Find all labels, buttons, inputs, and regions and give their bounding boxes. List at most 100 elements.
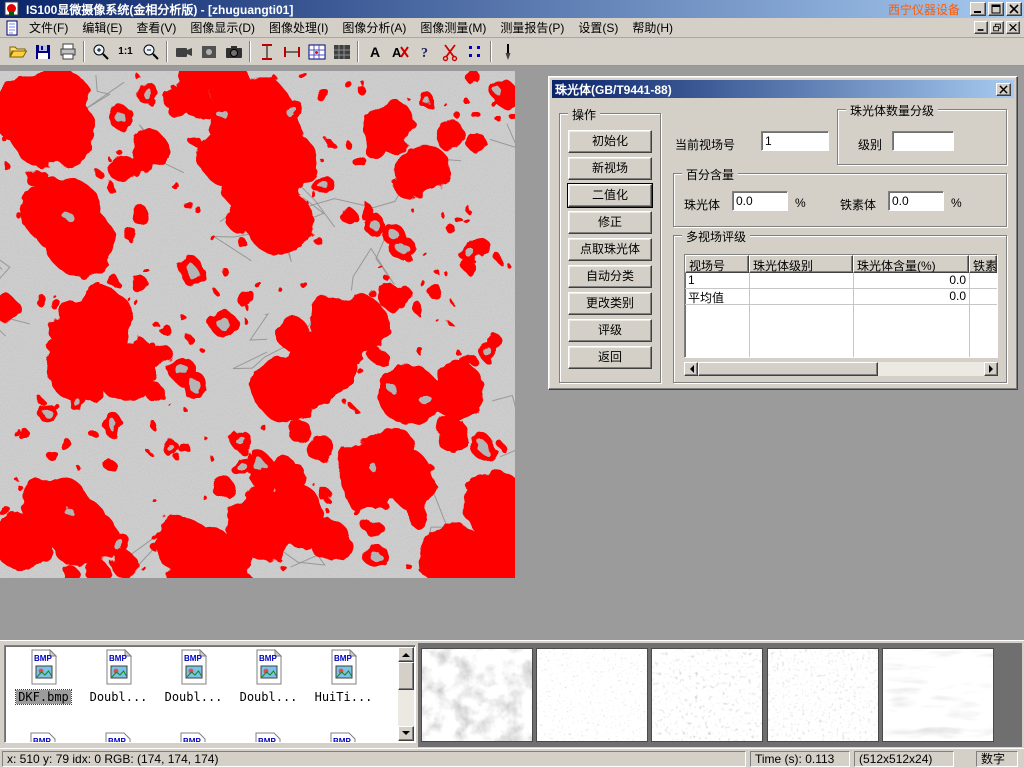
close-button[interactable] [1006,2,1022,16]
svg-text:A: A [392,45,402,60]
dialog-close-button[interactable] [996,83,1011,96]
auto-classify-button[interactable]: 自动分类 [568,265,652,288]
thumbnail-5[interactable] [883,649,993,741]
menu-item-image-analysis[interactable]: 图像分析(A) [335,17,413,38]
return-button[interactable]: 返回 [568,346,652,369]
current-field-input[interactable] [761,131,829,151]
thumbnail-4[interactable] [768,649,878,741]
multi-field-group: 多视场评级 视场号 珠光体级别 珠光体含量(%) 铁素 1 0.0 平均 [673,235,1007,383]
table-horizontal-scrollbar[interactable] [684,362,998,376]
zoom-in-button[interactable] [88,39,113,64]
file-name: Doubl... [88,690,150,704]
actual-size-button[interactable]: 1:1 [113,39,138,64]
maximize-button[interactable] [988,2,1004,16]
points-button[interactable] [462,39,487,64]
table-row[interactable]: 1 0.0 [685,273,997,289]
vertical-caliper-button[interactable] [254,39,279,64]
file-item-dkf[interactable]: BMP DKF.bmp [7,649,80,704]
horizontal-caliper-button[interactable] [279,39,304,64]
pearlite-percent-input[interactable] [732,191,788,211]
percent-group: 百分含量 珠光体 % 铁素体 % [673,173,1007,227]
table-row[interactable]: 平均值 0.0 [685,289,997,305]
bmp-file-icon-partial[interactable]: BMP [177,732,209,743]
print-button[interactable] [55,39,80,64]
menu-item-help[interactable]: 帮助(H) [625,17,680,38]
title-bar: IS100显微摄像系统(金相分析版) - [zhuguangti01] 西宁仪器… [0,0,1024,18]
zoom-out-button[interactable] [138,39,163,64]
header-ferrite[interactable]: 铁素 [969,255,997,273]
probe-button[interactable] [495,39,520,64]
grid-line [749,273,750,357]
change-category-button[interactable]: 更改类别 [568,292,652,315]
dialog-title-bar[interactable]: 珠光体(GB/T9441-88) [552,80,1014,98]
menu-item-image-measure[interactable]: 图像测量(M) [413,17,493,38]
cut-button[interactable] [437,39,462,64]
measure-grid-button[interactable] [304,39,329,64]
document-icon[interactable] [4,20,20,36]
open-button[interactable] [5,39,30,64]
menu-item-measure-report[interactable]: 测量报告(P) [493,17,571,38]
file-list[interactable]: BMP DKF.bmp BMP Doubl... BMP Doubl... BM… [4,645,416,743]
ferrite-percent-input[interactable] [888,191,944,211]
menu-item-file[interactable]: 文件(F) [22,17,75,38]
bmp-file-icon-partial[interactable]: BMP [27,732,59,743]
mdi-close-button[interactable] [1006,21,1020,34]
file-item-doubl2[interactable]: BMP Doubl... [157,649,230,704]
bmp-file-icon-partial[interactable]: BMP [102,732,134,743]
save-button[interactable] [30,39,55,64]
grid-line [969,273,970,357]
file-item-huiti[interactable]: BMP HuiTi... [307,649,380,704]
initialize-button[interactable]: 初始化 [568,130,652,153]
file-name: HuiTi... [313,690,375,704]
new-field-button[interactable]: 新视场 [568,157,652,180]
metallographic-image[interactable] [0,71,515,578]
operations-group: 操作 初始化 新视场 二值化 修正 点取珠光体 自动分类 更改类别 评级 返回 [559,113,661,383]
file-item-doubl3[interactable]: BMP Doubl... [232,649,305,704]
pearlite-percent-sign: % [795,196,806,210]
binarize-button[interactable]: 二值化 [568,184,652,207]
file-item-doubl1[interactable]: BMP Doubl... [82,649,155,704]
minimize-button[interactable] [970,2,986,16]
svg-text:?: ? [421,46,428,61]
video-button[interactable] [171,39,196,64]
menu-item-image-process[interactable]: 图像处理(I) [262,17,335,38]
grade-input[interactable] [892,131,954,151]
bmp-file-icon-partial[interactable]: BMP [252,732,284,743]
menu-item-view[interactable]: 查看(V) [129,17,183,38]
pearlite-label: 珠光体 [684,196,720,213]
svg-text:BMP: BMP [259,654,277,663]
cell-content: 0.0 [853,273,969,288]
pick-pearlite-button[interactable]: 点取珠光体 [568,238,652,261]
scroll-down-button[interactable] [398,726,414,741]
mdi-minimize-button[interactable] [974,21,988,34]
text-annotate-button[interactable]: A [362,39,387,64]
rate-button[interactable]: 评级 [568,319,652,342]
text-delete-button[interactable]: A [387,39,412,64]
scrollbar-thumb[interactable] [398,662,414,690]
header-pearlite-level[interactable]: 珠光体级别 [749,255,853,273]
dark-grid-button[interactable] [329,39,354,64]
scrollbar-thumb[interactable] [698,362,878,376]
scroll-right-button[interactable] [984,362,998,376]
thumbnail-1[interactable] [422,649,532,741]
file-list-scrollbar[interactable] [398,647,414,741]
thumbnail-3[interactable] [652,649,762,741]
header-pearlite-content[interactable]: 珠光体含量(%) [853,255,969,273]
menu-item-image-display[interactable]: 图像显示(D) [183,17,262,38]
header-field-no[interactable]: 视场号 [685,255,749,273]
bmp-file-icon-partial[interactable]: BMP [327,732,359,743]
thumbnail-2[interactable] [537,649,647,741]
menu-item-edit[interactable]: 编辑(E) [75,17,129,38]
text-a-delete-icon: A [390,42,410,62]
mdi-restore-button[interactable] [990,21,1004,34]
bmp-file-icon: BMP [178,649,210,685]
camera-button[interactable] [221,39,246,64]
menu-item-settings[interactable]: 设置(S) [571,17,625,38]
scroll-left-button[interactable] [684,362,698,376]
toolbar-separator [166,41,168,62]
correct-button[interactable]: 修正 [568,211,652,234]
snapshot-button[interactable] [196,39,221,64]
help-button[interactable]: ? [412,39,437,64]
rating-table[interactable]: 视场号 珠光体级别 珠光体含量(%) 铁素 1 0.0 平均值 0.0 [684,254,998,358]
scroll-up-button[interactable] [398,647,414,662]
